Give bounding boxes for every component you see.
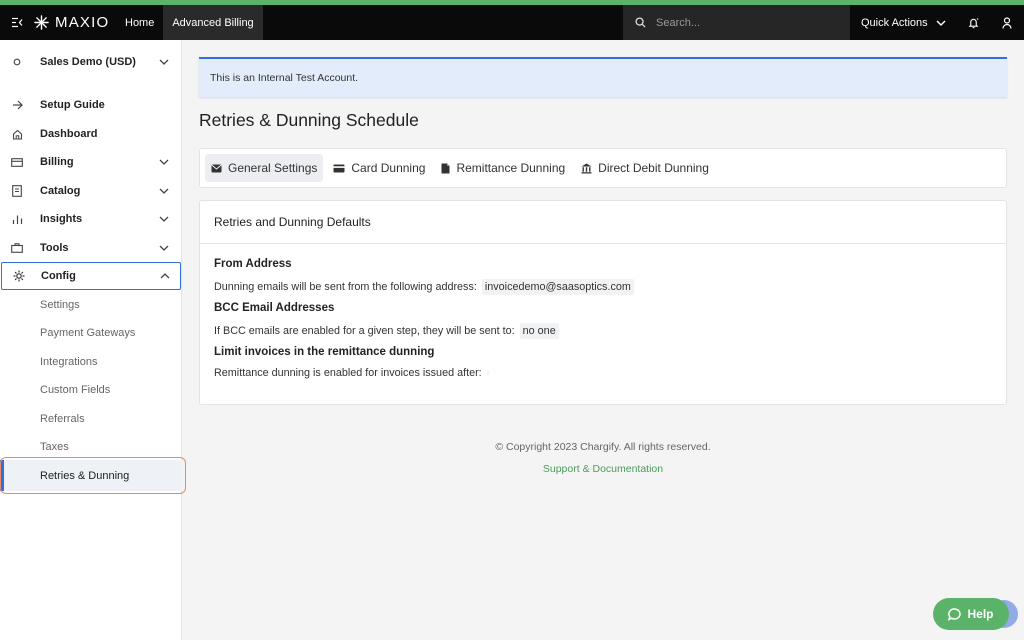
help-button[interactable]: Help <box>933 598 1009 630</box>
bell-icon <box>968 17 978 28</box>
sidebar-item-tools[interactable]: Tools <box>0 234 182 262</box>
user-menu-button[interactable] <box>995 5 1019 40</box>
sidebar-subitem-label: Referrals <box>40 413 85 425</box>
bcc-value: no one <box>519 323 559 339</box>
home-icon <box>10 127 24 141</box>
quick-actions-button[interactable]: Quick Actions <box>851 5 946 40</box>
chevron-down-icon <box>158 56 170 68</box>
sidebar-item-settings[interactable]: Settings <box>0 291 182 319</box>
sidebar-item-label: Setup Guide <box>40 99 105 111</box>
tab-general-settings[interactable]: General Settings <box>205 154 324 182</box>
top-navigation-bar: MAXIO Home Advanced Billing Quick Action… <box>0 5 1024 40</box>
sidebar: Sales Demo (USD) Setup Guide Dashboard B… <box>0 40 186 640</box>
sidebar-item-label: Dashboard <box>40 128 98 140</box>
bcc-text: If BCC emails are enabled for a given st… <box>214 325 515 337</box>
sidebar-item-setup-guide[interactable]: Setup Guide <box>0 91 182 119</box>
internal-account-banner: This is an Internal Test Account. <box>199 57 1007 97</box>
envelope-icon <box>211 164 222 172</box>
document-icon <box>441 163 450 173</box>
from-address-title: From Address <box>214 258 292 270</box>
account-name: Sales Demo (USD) <box>40 56 136 68</box>
chevron-down-icon <box>158 156 170 168</box>
from-address-row: Dunning emails will be sent from the fol… <box>214 279 634 295</box>
tab-label: Card Dunning <box>351 161 426 175</box>
from-address-text: Dunning emails will be sent from the fol… <box>214 281 477 293</box>
page-title: Retries & Dunning Schedule <box>199 110 419 130</box>
card-header: Retries and Dunning Defaults <box>200 201 1006 244</box>
quick-actions-label: Quick Actions <box>861 16 928 29</box>
nav-home[interactable]: Home <box>116 5 163 40</box>
tab-card-dunning[interactable]: Card Dunning <box>327 154 431 182</box>
maxio-logo[interactable]: MAXIO <box>34 14 116 31</box>
tab-label: General Settings <box>228 161 318 175</box>
credit-card-icon <box>333 164 345 172</box>
help-label: Help <box>967 607 994 621</box>
briefcase-icon <box>10 241 24 255</box>
chevron-down-icon <box>158 213 170 225</box>
sidebar-item-referrals[interactable]: Referrals <box>0 405 182 433</box>
search-icon <box>635 17 646 28</box>
gear-icon <box>12 269 26 283</box>
sidebar-item-insights[interactable]: Insights <box>0 205 182 233</box>
account-switcher[interactable]: Sales Demo (USD) <box>0 48 182 76</box>
tab-label: Remittance Dunning <box>456 161 566 175</box>
dunning-tabs: General Settings Card Dunning Remittance… <box>199 148 1007 188</box>
chat-bubble-icon <box>948 607 962 621</box>
notifications-button[interactable] <box>961 5 985 40</box>
sidebar-item-config[interactable]: Config <box>1 262 181 290</box>
bank-icon <box>581 163 592 173</box>
tab-label: Direct Debit Dunning <box>598 161 709 175</box>
sidebar-item-billing[interactable]: Billing <box>0 148 182 176</box>
sidebar-subitem-label: Taxes <box>40 441 69 453</box>
collapse-icon <box>12 17 23 28</box>
chevron-down-icon <box>936 20 946 26</box>
banner-text: This is an Internal Test Account. <box>210 72 359 84</box>
bcc-title: BCC Email Addresses <box>214 302 335 314</box>
sidebar-item-catalog[interactable]: Catalog <box>0 177 182 205</box>
selection-highlight <box>0 457 186 494</box>
sidebar-item-label: Catalog <box>40 185 81 197</box>
circle-icon <box>10 55 24 69</box>
search-bar[interactable] <box>623 5 850 40</box>
sidebar-item-custom-fields[interactable]: Custom Fields <box>0 376 182 404</box>
book-icon <box>10 184 24 198</box>
support-documentation-link[interactable]: Support & Documentation <box>199 463 1007 475</box>
sidebar-subitem-label: Settings <box>40 299 80 311</box>
arrow-right-icon <box>10 98 24 112</box>
tab-remittance-dunning[interactable]: Remittance Dunning <box>435 154 571 182</box>
bcc-row: If BCC emails are enabled for a given st… <box>214 323 559 339</box>
chevron-up-icon <box>159 270 171 282</box>
bar-chart-icon <box>10 212 24 226</box>
sidebar-item-payment-gateways[interactable]: Payment Gateways <box>0 319 182 347</box>
sidebar-subitem-label: Payment Gateways <box>40 327 136 339</box>
sidebar-collapse-button[interactable] <box>0 5 34 40</box>
defaults-card: Retries and Dunning Defaults From Addres… <box>199 200 1007 405</box>
tab-direct-debit-dunning[interactable]: Direct Debit Dunning <box>575 154 715 182</box>
maxio-logo-icon <box>34 15 49 30</box>
user-icon <box>1002 16 1012 29</box>
sidebar-item-label: Billing <box>40 156 74 168</box>
sidebar-item-label: Insights <box>40 213 83 225</box>
nav-advanced-billing[interactable]: Advanced Billing <box>163 5 263 40</box>
limit-invoices-row: Remittance dunning is enabled for invoic… <box>214 367 489 379</box>
sidebar-item-integrations[interactable]: Integrations <box>0 348 182 376</box>
chevron-down-icon <box>158 242 170 254</box>
chevron-down-icon <box>158 185 170 197</box>
footer-copyright: © Copyright 2023 Chargify. All rights re… <box>495 441 711 453</box>
card-icon <box>10 155 24 169</box>
limit-invoices-title: Limit invoices in the remittance dunning <box>214 346 435 358</box>
sidebar-item-label: Config <box>41 270 76 282</box>
sidebar-subitem-label: Integrations <box>40 356 98 368</box>
from-address-value: invoicedemo@saasoptics.com <box>481 279 634 295</box>
logo-text: MAXIO <box>55 14 110 31</box>
limit-invoices-value <box>486 371 489 375</box>
sidebar-subitem-label: Custom Fields <box>40 384 111 396</box>
sidebar-item-label: Tools <box>40 242 69 254</box>
limit-invoices-text: Remittance dunning is enabled for invoic… <box>214 367 482 379</box>
search-input[interactable] <box>656 16 826 29</box>
sidebar-item-dashboard[interactable]: Dashboard <box>0 120 182 148</box>
